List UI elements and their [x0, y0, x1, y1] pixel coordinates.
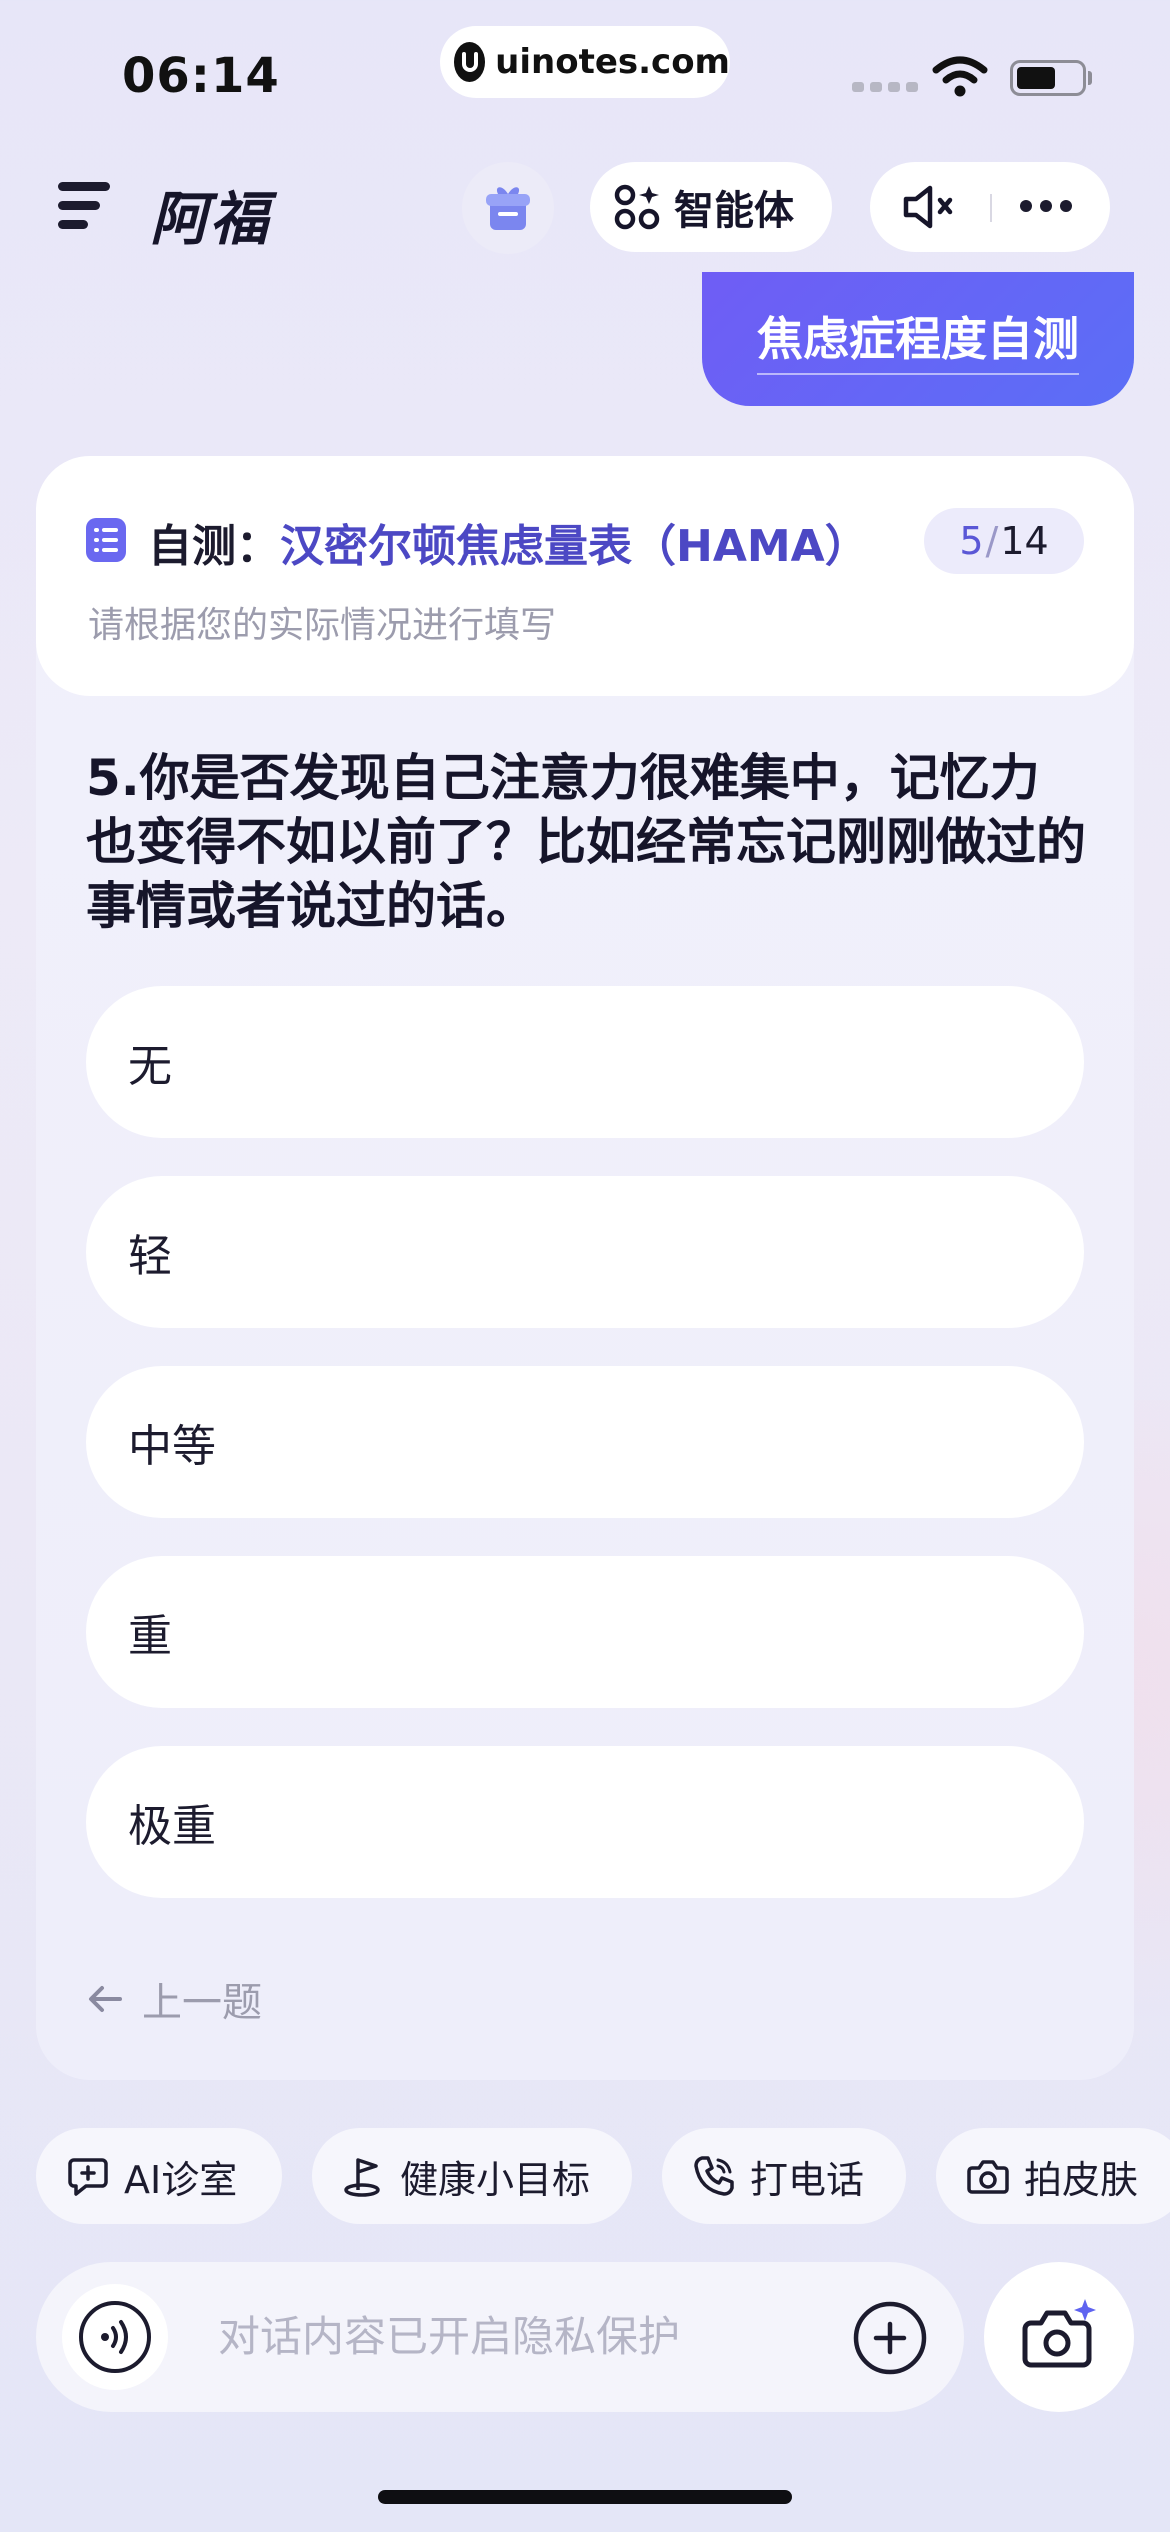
option-moderate[interactable]: 中等	[86, 1366, 1084, 1518]
user-message-bubble: 焦虑症程度自测	[702, 272, 1134, 406]
previous-question-button[interactable]: 上一题	[88, 1970, 262, 2028]
progress-separator: /	[985, 519, 999, 563]
arrow-left-icon	[89, 1986, 122, 2012]
site-logo-icon	[454, 42, 486, 82]
chat-input-bar	[36, 2262, 964, 2412]
camera-button[interactable]	[984, 2262, 1134, 2412]
agent-label: 智能体	[674, 188, 794, 234]
controls-divider	[990, 194, 992, 222]
menu-button[interactable]	[58, 182, 110, 230]
option-mild[interactable]: 轻	[86, 1176, 1084, 1328]
agent-button[interactable]: 智能体	[590, 162, 832, 252]
battery-icon	[1010, 60, 1086, 96]
user-message-text[interactable]: 焦虑症程度自测	[757, 303, 1079, 375]
survey-card: 自测：汉密尔顿焦虑量表（HAMA） 5 / 14 请根据您的实际情况进行填写 5…	[36, 456, 1134, 2080]
quick-action-phone-call[interactable]: 打电话	[662, 2128, 906, 2224]
message-input[interactable]	[218, 2306, 838, 2366]
previous-question-label: 上一题	[142, 1980, 262, 2026]
progress-total: 14	[1000, 519, 1049, 563]
menu-icon	[58, 182, 110, 191]
progress-current: 5	[959, 519, 984, 563]
option-very-severe[interactable]: 极重	[86, 1746, 1084, 1898]
header-controls	[870, 162, 1110, 252]
cellular-signal-icon	[852, 82, 918, 92]
survey-header: 自测：汉密尔顿焦虑量表（HAMA） 5 / 14 请根据您的实际情况进行填写	[36, 456, 1134, 696]
url-pill[interactable]: uinotes.com	[440, 26, 730, 98]
goal-icon	[344, 2158, 380, 2197]
speaker-mute-icon[interactable]	[902, 184, 962, 234]
more-icon[interactable]	[1020, 200, 1072, 212]
quick-action-label: 打电话	[750, 2157, 865, 2202]
document-icon	[86, 518, 126, 562]
phone-icon	[694, 2156, 734, 2196]
menu-icon	[58, 201, 100, 210]
plus-circle-icon	[853, 2301, 927, 2375]
survey-title: 自测：汉密尔顿焦虑量表（HAMA）	[148, 510, 869, 574]
add-attachment-button[interactable]	[850, 2298, 930, 2378]
menu-icon	[58, 220, 88, 229]
quick-action-label: 拍皮肤	[1024, 2157, 1139, 2202]
option-severe[interactable]: 重	[86, 1556, 1084, 1708]
app-title: 阿福	[150, 185, 271, 253]
quick-action-label: AI诊室	[124, 2157, 238, 2202]
quick-action-label: 健康小目标	[400, 2157, 591, 2202]
url-text: uinotes.com	[495, 42, 730, 82]
home-indicator	[378, 2490, 792, 2504]
camera-icon	[967, 2160, 1009, 2194]
option-none[interactable]: 无	[86, 986, 1084, 1138]
status-time: 06:14	[122, 48, 280, 104]
survey-title-prefix: 自测：	[148, 521, 280, 572]
gift-button[interactable]	[462, 162, 554, 254]
wifi-icon	[932, 56, 988, 102]
voice-input-button[interactable]	[62, 2284, 168, 2390]
gift-icon	[486, 187, 530, 230]
quick-action-ai-clinic[interactable]: AI诊室	[36, 2128, 282, 2224]
quick-action-skin-photo[interactable]: 拍皮肤	[936, 2128, 1170, 2224]
camera-sparkle-icon	[1022, 2299, 1096, 2368]
survey-title-name: 汉密尔顿焦虑量表（HAMA）	[280, 521, 869, 572]
agent-grid-icon	[614, 184, 660, 230]
question-text: 5.你是否发现自己注意力很难集中，记忆力也变得不如以前了？比如经常忘记刚刚做过的…	[86, 749, 1086, 935]
battery-tip	[1088, 71, 1092, 85]
quick-action-health-goal[interactable]: 健康小目标	[312, 2128, 632, 2224]
survey-subtitle: 请根据您的实际情况进行填写	[88, 605, 557, 646]
chat-plus-icon	[68, 2158, 108, 2196]
voice-icon	[79, 2301, 151, 2373]
progress-badge: 5 / 14	[924, 508, 1084, 574]
